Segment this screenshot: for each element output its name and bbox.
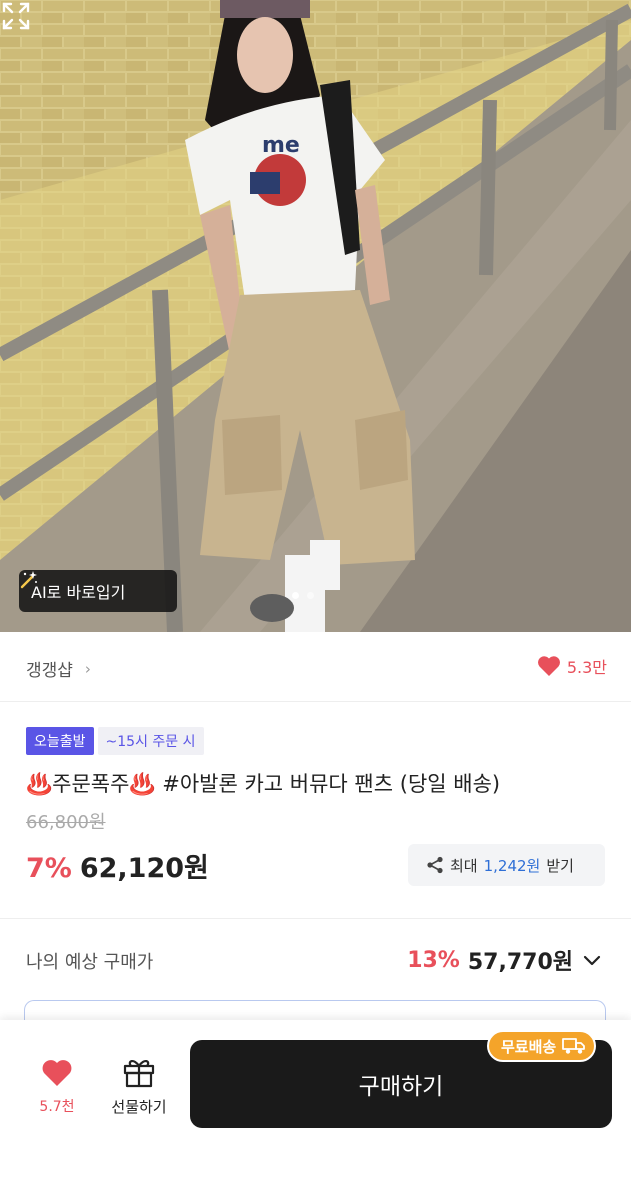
divider	[0, 918, 631, 919]
heart-icon	[537, 656, 560, 676]
shop-row: 갱갱샵 › 5.3만	[0, 632, 631, 702]
chevron-down-icon[interactable]	[581, 949, 603, 971]
carousel-dots	[292, 592, 314, 599]
expected-discount: 13%	[407, 947, 460, 973]
free-shipping-badge: 무료배송	[487, 1030, 597, 1062]
heart-icon	[42, 1060, 72, 1086]
product-title: ♨️주문폭주♨️ #아발론 카고 버뮤다 팬츠 (당일 배송)	[26, 772, 501, 796]
product-photo: me	[0, 0, 631, 632]
gift-button[interactable]: 선물하기	[104, 1056, 174, 1117]
carousel-dot	[292, 592, 299, 599]
shop-link[interactable]: 갱갱샵 ›	[26, 656, 91, 682]
delivery-badges: 오늘출발 ~15시 주문 시	[26, 727, 204, 755]
expected-price-row[interactable]: 나의 예상 구매가 13% 57,770원	[0, 930, 631, 990]
badge-order-cutoff: ~15시 주문 시	[97, 727, 204, 755]
truck-icon	[562, 1038, 586, 1054]
free-shipping-label: 무료배송	[501, 1037, 557, 1056]
expected-price-label: 나의 예상 구매가	[26, 952, 154, 973]
carousel-dot	[307, 592, 314, 599]
coupon-button[interactable]: 최대 1,242원 받기	[408, 844, 605, 886]
svg-text:me: me	[262, 133, 300, 158]
sale-price: 62,120원	[79, 853, 209, 884]
buy-label: 구매하기	[358, 1074, 444, 1100]
wishlist-button[interactable]: 5.7천	[30, 1058, 84, 1116]
ai-try-on-button[interactable]: AI로 바로입기	[19, 570, 177, 612]
coupon-suffix: 받기	[546, 856, 574, 875]
product-image[interactable]: me AI로 바로입기	[0, 0, 631, 632]
coupon-prefix: 최대	[450, 856, 478, 875]
wishlist-count: 5.7천	[39, 1099, 75, 1115]
badge-today-shipping: 오늘출발	[26, 727, 94, 755]
ai-try-on-label: AI로 바로입기	[31, 583, 126, 602]
chevron-right-icon: ›	[84, 659, 91, 678]
expected-price: 57,770원	[467, 950, 573, 975]
expand-icon[interactable]	[0, 0, 32, 32]
gift-label: 선물하기	[111, 1098, 167, 1116]
coupon-amount: 1,242원	[483, 856, 541, 875]
shop-likes[interactable]: 5.3만	[537, 654, 607, 678]
bottom-action-bar: 5.7천 선물하기 구매하기 무료배송	[0, 1020, 631, 1200]
discount-rate: 7%	[26, 853, 72, 884]
likes-count: 5.3만	[566, 658, 607, 677]
magic-wand-icon	[20, 571, 37, 589]
price-row: 7% 62,120원	[26, 846, 209, 885]
gift-icon	[123, 1060, 155, 1088]
share-icon	[427, 856, 443, 874]
shop-name: 갱갱샵	[26, 661, 73, 681]
original-price: 66,800원	[26, 812, 106, 833]
expected-price-value: 13% 57,770원	[407, 944, 603, 976]
